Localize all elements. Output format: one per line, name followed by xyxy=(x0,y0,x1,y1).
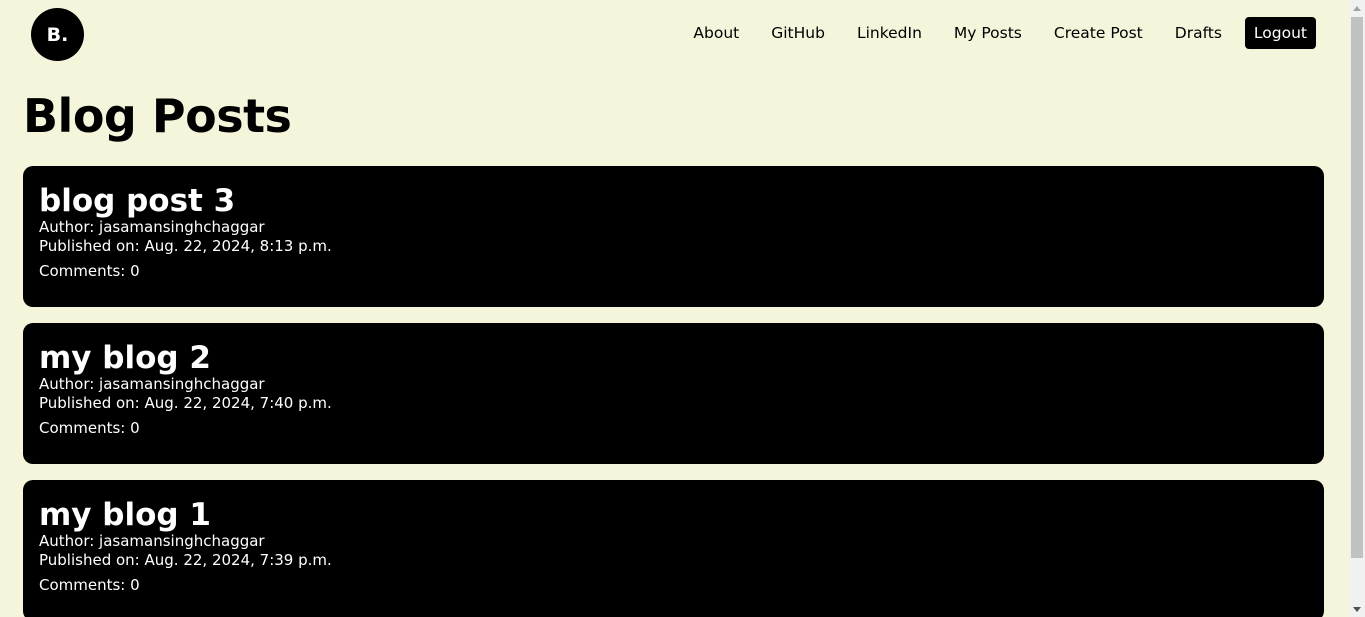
chevron-up-icon[interactable] xyxy=(1349,0,1365,16)
chevron-down-icon[interactable] xyxy=(1349,601,1365,617)
post-card[interactable]: my blog 1 Author: jasamansinghchaggar Pu… xyxy=(23,480,1324,617)
page-title: Blog Posts xyxy=(23,89,292,143)
main-nav: About GitHub LinkedIn My Posts Create Po… xyxy=(661,16,1316,50)
post-published-date: Published on: Aug. 22, 2024, 8:13 p.m. xyxy=(39,237,332,256)
nav-link-github[interactable]: GitHub xyxy=(771,24,825,42)
post-comments-count: Comments: 0 xyxy=(39,576,140,595)
nav-link-drafts[interactable]: Drafts xyxy=(1175,24,1222,42)
post-title[interactable]: blog post 3 xyxy=(39,184,1308,218)
nav-link-create-post[interactable]: Create Post xyxy=(1054,24,1143,42)
logout-button[interactable]: Logout xyxy=(1244,17,1316,49)
scrollbar-thumb[interactable] xyxy=(1351,17,1363,558)
post-title[interactable]: my blog 2 xyxy=(39,341,1308,375)
post-list: blog post 3 Author: jasamansinghchaggar … xyxy=(23,166,1324,617)
post-published-date: Published on: Aug. 22, 2024, 7:39 p.m. xyxy=(39,551,332,570)
post-author: Author: jasamansinghchaggar xyxy=(39,375,265,394)
post-card[interactable]: blog post 3 Author: jasamansinghchaggar … xyxy=(23,166,1324,307)
post-comments-count: Comments: 0 xyxy=(39,419,140,438)
post-author: Author: jasamansinghchaggar xyxy=(39,532,265,551)
post-published-date: Published on: Aug. 22, 2024, 7:40 p.m. xyxy=(39,394,332,413)
post-author: Author: jasamansinghchaggar xyxy=(39,218,265,237)
page: B. About GitHub LinkedIn My Posts Create… xyxy=(0,0,1349,617)
post-comments-count: Comments: 0 xyxy=(39,262,140,281)
nav-link-my-posts[interactable]: My Posts xyxy=(954,24,1022,42)
post-title[interactable]: my blog 1 xyxy=(39,498,1308,532)
post-card[interactable]: my blog 2 Author: jasamansinghchaggar Pu… xyxy=(23,323,1324,464)
vertical-scrollbar[interactable] xyxy=(1349,0,1365,617)
nav-link-linkedin[interactable]: LinkedIn xyxy=(857,24,922,42)
nav-link-about[interactable]: About xyxy=(693,24,739,42)
site-logo[interactable]: B. xyxy=(31,8,84,61)
